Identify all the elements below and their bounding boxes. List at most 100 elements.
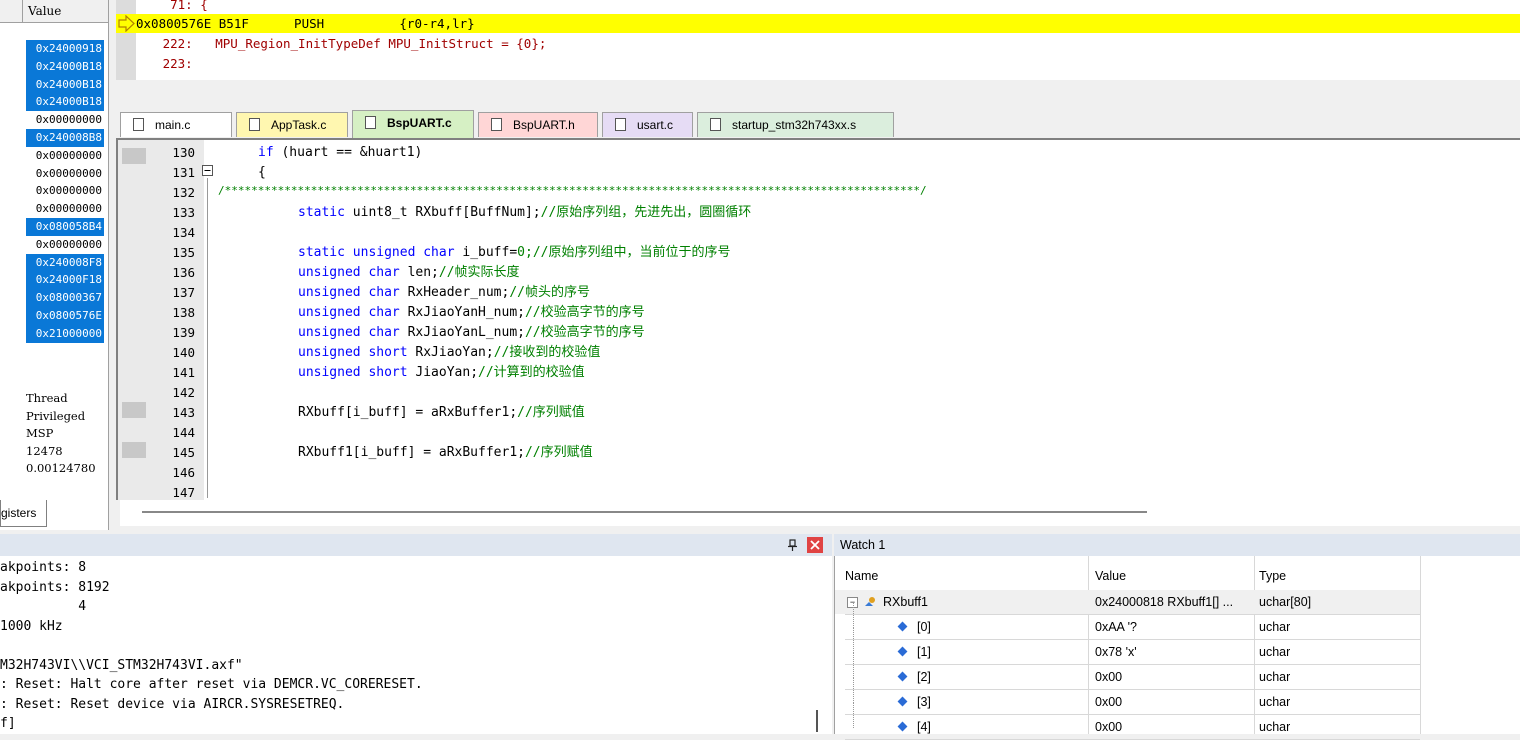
watch-value[interactable]: 0x24000818 RXbuff1[] ... (1095, 590, 1250, 614)
command-window-header (0, 534, 832, 556)
tab-main-c[interactable]: main.c (120, 112, 232, 137)
tab-label: usart.c (637, 118, 674, 132)
code-comment: //帧实际长度 (438, 265, 520, 280)
command-output-line: akpoints: 8 (0, 560, 87, 575)
watch-value[interactable]: 0x00 (1095, 690, 1250, 714)
horizontal-scrollbar[interactable] (120, 500, 1520, 526)
register-value[interactable]: 0x00000000 (26, 236, 104, 254)
tab-bspuart-h[interactable]: BspUART.h (478, 112, 598, 137)
register-value[interactable]: 0x24000B18 (26, 93, 104, 112)
line-number: 139 (172, 325, 195, 340)
code-text: uint8_t RXbuff[BuffNum]; (352, 205, 541, 220)
register-value[interactable]: 0x00000000 (26, 182, 104, 200)
breakpoint-margin-marker[interactable] (122, 402, 146, 418)
collapse-icon[interactable] (202, 165, 214, 177)
scrollbar-thumb[interactable] (142, 511, 1147, 513)
register-value-column[interactable]: Value (28, 0, 61, 22)
tab-usart-c[interactable]: usart.c (602, 112, 693, 137)
code-line-133: static uint8_t RXbuff[BuffNum];//原始序列组，先… (298, 203, 751, 223)
watch-type: uchar (1259, 620, 1291, 634)
watch-column-header-name[interactable]: Name (845, 564, 878, 588)
watch-type: uchar (1259, 670, 1291, 684)
line-number: 137 (172, 285, 195, 300)
keyword: unsigned short (298, 345, 416, 360)
breakpoint-margin-marker[interactable] (122, 148, 146, 164)
register-value[interactable]: 0x00000000 (26, 165, 104, 183)
tab-label: startup_stm32h743xx.s (732, 118, 857, 132)
code-line-143: RXbuff[i_buff] = aRxBuffer1;//序列赋值 (298, 403, 585, 423)
keyword: static unsigned char (298, 245, 463, 260)
code-line-137: unsigned char RxHeader_num;//帧头的序号 (298, 283, 590, 303)
line-number: 143 (172, 405, 195, 420)
registers-header: Value (0, 0, 108, 23)
tab-apptask-c[interactable]: AppTask.c (236, 112, 348, 137)
code-text: RXbuff1[i_buff] = aRxBuffer1; (298, 445, 525, 460)
register-value[interactable]: 0x24000B18 (26, 75, 104, 94)
register-value[interactable]: 0x00000000 (26, 111, 104, 129)
watch-value[interactable]: 0x00 (1095, 715, 1250, 739)
file-icon (615, 118, 626, 131)
command-output-line: f] (0, 716, 16, 731)
tab-bspuart-c[interactable]: BspUART.c (352, 110, 474, 138)
register-value[interactable]: 0x00000000 (26, 200, 104, 218)
tab-startup-stm32h743xx-s[interactable]: startup_stm32h743xx.s (697, 112, 894, 137)
code-comment: //序列赋值 (517, 405, 585, 420)
watch-value[interactable]: 0x00 (1095, 665, 1250, 689)
code-text: RxHeader_num; (407, 285, 510, 300)
code-text: JiaoYan; (415, 365, 479, 380)
pin-icon[interactable] (787, 539, 799, 551)
keyword: static (298, 205, 353, 220)
code-text: (huart == &huart1) (273, 145, 423, 160)
disassembly-gutter (116, 0, 136, 80)
disasm-line-current: 0x0800576E B51F PUSH {r0-r4,lr} (136, 16, 475, 31)
file-icon (365, 116, 376, 129)
code-line-141: unsigned short JiaoYan;//计算到的校验值 (298, 363, 585, 383)
register-value[interactable]: 0x24000918 (26, 40, 104, 58)
watch-column-header-type[interactable]: Type (1259, 564, 1286, 588)
watch-name: [1] (917, 645, 931, 659)
tree-line (853, 628, 855, 653)
keyword: unsigned short (298, 365, 416, 380)
tree-line (853, 603, 855, 628)
execution-arrow-icon (118, 15, 135, 32)
breakpoint-margin-marker[interactable] (122, 442, 146, 458)
command-output-line: 4 (0, 599, 87, 614)
register-value[interactable]: 0x080058B4 (26, 218, 104, 236)
register-value[interactable]: 0x24000F18 (26, 271, 104, 290)
line-number: 135 (172, 245, 195, 260)
register-value[interactable]: 0x21000000 (26, 324, 104, 343)
code-comment: //计算到的校验值 (478, 365, 585, 380)
register-status-value: 12478 (26, 443, 63, 458)
code-line-130: if (huart == &huart1) (258, 143, 422, 163)
command-output-line: akpoints: 8192 (0, 579, 110, 595)
register-value[interactable]: 0x0800576E (26, 307, 104, 325)
code-comment: //校验高字节的序号 (524, 325, 645, 340)
disasm-line: 71: { (140, 0, 208, 12)
watch-value[interactable]: 0x78 'x' (1095, 640, 1250, 664)
watch-column-divider[interactable] (1420, 556, 1421, 734)
register-value[interactable]: 0x24000B18 (26, 57, 104, 76)
line-number: 131 (172, 165, 195, 180)
code-line-135: static unsigned char i_buff=0;//原始序列组中，当… (298, 243, 730, 263)
code-line-136: unsigned char len;//帧实际长度 (298, 263, 520, 283)
tab-label: AppTask.c (271, 118, 327, 132)
watch-column-header-value[interactable]: Value (1095, 564, 1126, 588)
vertical-scrollbar[interactable] (816, 710, 818, 732)
register-value[interactable]: 0x240008B8 (26, 129, 104, 147)
watch-value[interactable]: 0xAA '? (1095, 615, 1250, 639)
line-number: 141 (172, 365, 195, 380)
code-text: RxJiaoYanL_num; (407, 325, 525, 340)
keyword: unsigned char (298, 285, 408, 300)
tree-line (853, 678, 855, 703)
register-name-column[interactable] (0, 0, 23, 22)
register-value[interactable]: 0x240008F8 (26, 253, 104, 272)
watch-name: RXbuff1 (883, 595, 928, 609)
line-number: 133 (172, 205, 195, 220)
tab-label: main.c (155, 118, 191, 132)
register-value[interactable]: 0x00000000 (26, 147, 104, 165)
code-comment: //帧头的序号 (509, 285, 590, 300)
fold-line (207, 178, 208, 498)
close-icon[interactable] (807, 537, 823, 553)
register-value[interactable]: 0x08000367 (26, 289, 104, 308)
tab-registers[interactable]: gisters (0, 500, 47, 527)
